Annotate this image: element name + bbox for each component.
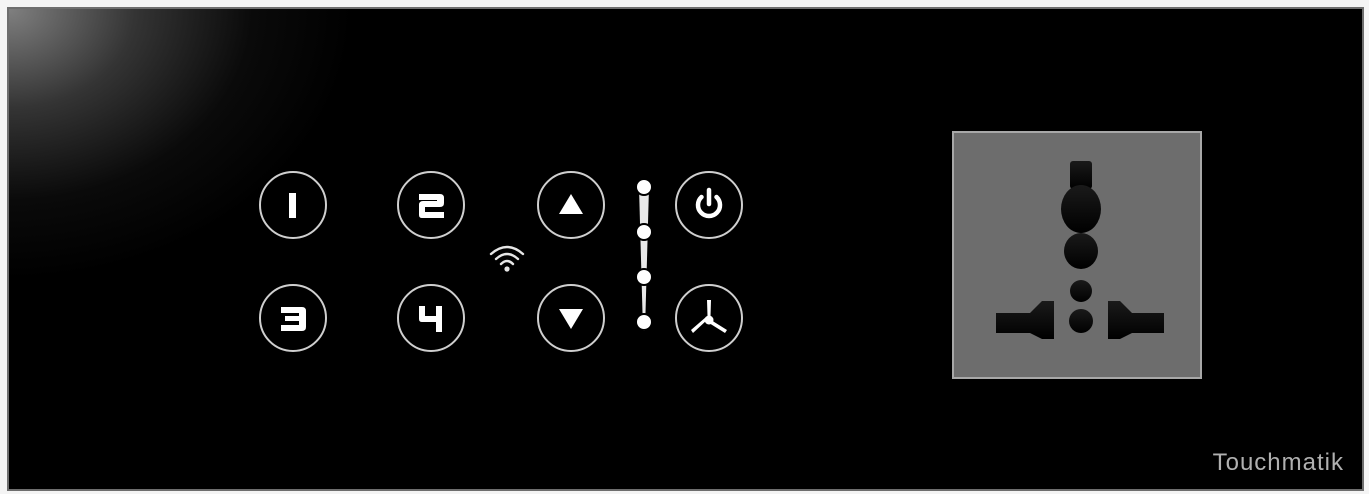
socket-left-slot [996,301,1054,339]
socket-right-slot [1108,301,1164,339]
fan-power-button[interactable] [675,171,743,239]
digit-3-icon [281,307,306,331]
speed-level-3-dot [635,223,653,241]
switch-1-button[interactable]: 1 [259,171,327,239]
brand-logo: Touchmatik [1212,449,1344,476]
universal-socket [952,131,1202,379]
digit-2-icon [419,194,444,218]
touch-panel: 1 2 3 4 [7,7,1364,491]
fan-speed-up-button[interactable] [537,171,605,239]
speed-level-2-dot [635,268,653,286]
switch-4-button[interactable]: 4 [397,284,465,352]
socket-small-hole-lower [1069,309,1093,333]
triangle-up-icon [559,194,583,214]
speed-level-1-dot [635,313,653,331]
wifi-icon [489,245,525,272]
socket-top-slot [1070,161,1092,189]
switch-3-button[interactable]: 3 [259,284,327,352]
socket-small-hole-upper [1070,280,1092,302]
speed-level-4-dot [635,179,653,196]
fan-button[interactable] [675,284,743,352]
power-icon [695,187,723,219]
triangle-down-icon [559,309,583,329]
digit-1-icon [289,193,296,218]
socket-face [996,161,1164,339]
fan-speed-down-button[interactable] [537,284,605,352]
digit-4-icon [419,306,442,332]
fan-speed-indicator [635,179,653,331]
fan-icon [691,300,727,333]
socket-upper-hole [1061,185,1101,233]
switch-2-button[interactable]: 2 [397,171,465,239]
socket-middle-hole [1064,233,1098,269]
